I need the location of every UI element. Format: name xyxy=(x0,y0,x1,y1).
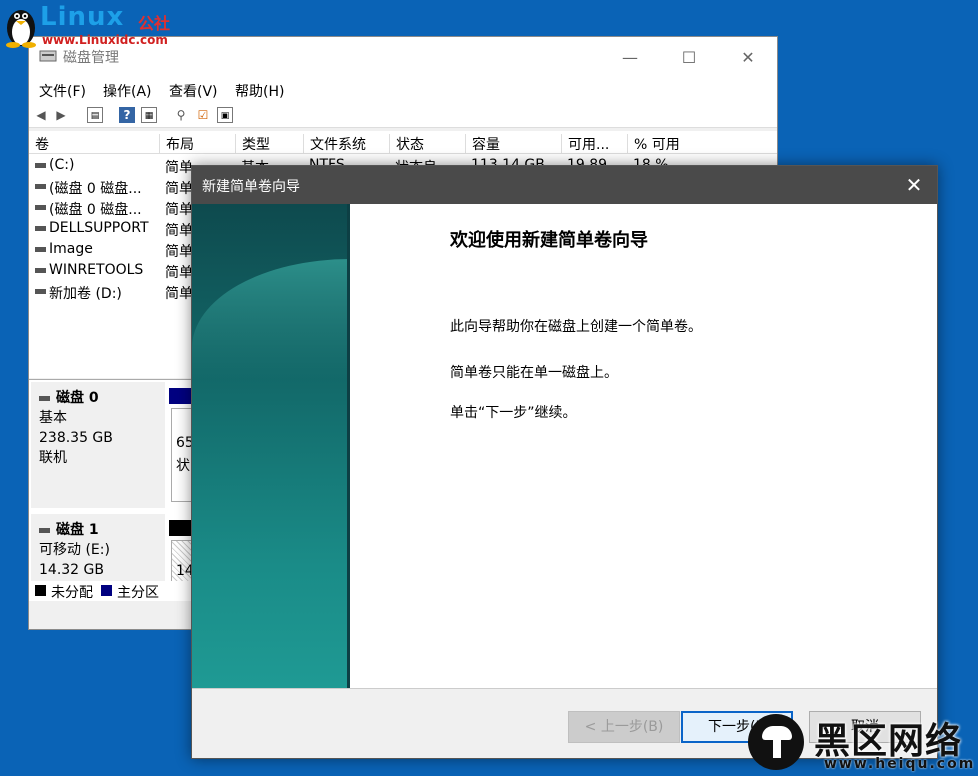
volume-name: WINRETOOLS xyxy=(49,262,144,278)
volume-layout: 简单 xyxy=(165,223,193,239)
view-icon[interactable]: ▦ xyxy=(141,107,157,123)
watermark-url: www.Linuxidc.com xyxy=(42,33,168,47)
disk-0-size: 238.35 GB xyxy=(39,430,113,446)
linuxidc-watermark: Linux 公社 www.Linuxidc.com xyxy=(0,0,200,50)
volume-icon xyxy=(35,205,46,210)
minimize-button[interactable]: — xyxy=(607,43,653,73)
disk-0-name: 磁盘 0 xyxy=(56,390,99,406)
heiqu-watermark: 黑区网络 www.heiqu.com xyxy=(748,706,978,776)
wizard-para-2: 简单卷只能在单一磁盘上。 xyxy=(450,365,618,381)
watermark-brand: Linux xyxy=(40,2,125,32)
col-layout[interactable]: 布局 xyxy=(159,134,235,154)
banner-arc xyxy=(192,259,350,379)
disk-1-label[interactable]: 磁盘 1 可移动 (E:) 14.32 GB xyxy=(31,514,165,584)
wizard-para-3: 单击“下一步”继续。 xyxy=(450,405,577,421)
banner-edge xyxy=(347,204,350,688)
wizard-close-button[interactable]: ✕ xyxy=(899,170,929,200)
volume-layout: 简单 xyxy=(165,202,193,218)
volume-name: (磁盘 0 磁盘... xyxy=(49,181,142,197)
connect-icon[interactable]: ⚲ xyxy=(173,107,189,123)
volume-name: Image xyxy=(49,241,93,257)
watermark-brand-cn: 公社 xyxy=(138,14,171,33)
wizard-title-bar: 新建简单卷向导 ✕ xyxy=(192,166,937,204)
disk-1-size: 14.32 GB xyxy=(39,562,104,578)
volume-icon xyxy=(35,268,46,273)
disk-management-icon xyxy=(39,50,57,62)
volume-icon xyxy=(35,289,46,294)
menu-view[interactable]: 查看(V) xyxy=(169,81,218,101)
legend-swatch-primary xyxy=(101,585,112,596)
volume-icon xyxy=(35,247,46,252)
volume-icon xyxy=(35,226,46,231)
watermark-br-url: www.heiqu.com xyxy=(824,756,976,772)
forward-arrow-icon[interactable]: ▶ xyxy=(53,107,69,123)
menu-file[interactable]: 文件(F) xyxy=(39,81,86,101)
wizard-title: 新建简单卷向导 xyxy=(202,179,300,195)
new-simple-volume-wizard: 新建简单卷向导 ✕ 欢迎使用新建简单卷向导 此向导帮助你在磁盘上创建一个简单卷。… xyxy=(191,165,938,759)
settings-icon[interactable]: ▣ xyxy=(217,107,233,123)
volume-icon xyxy=(35,163,46,168)
col-volume[interactable]: 卷 xyxy=(29,134,159,154)
wizard-para-1: 此向导帮助你在磁盘上创建一个简单卷。 xyxy=(450,319,702,335)
back-arrow-icon[interactable]: ◀ xyxy=(33,107,49,123)
help-icon[interactable]: ? xyxy=(119,107,135,123)
wizard-body: 欢迎使用新建简单卷向导 此向导帮助你在磁盘上创建一个简单卷。 简单卷只能在单一磁… xyxy=(192,204,937,688)
disk-icon xyxy=(39,395,50,401)
menu-action[interactable]: 操作(A) xyxy=(103,81,152,101)
col-filesystem[interactable]: 文件系统 xyxy=(303,134,389,154)
col-status[interactable]: 状态 xyxy=(389,134,465,154)
col-free[interactable]: 可用... xyxy=(561,134,627,154)
menu-bar: 文件(F) 操作(A) 查看(V) 帮助(H) xyxy=(29,77,777,103)
volume-layout: 简单 xyxy=(165,181,193,197)
check-icon[interactable]: ☑ xyxy=(195,107,211,123)
disk-icon xyxy=(39,527,50,533)
col-type[interactable]: 类型 xyxy=(235,134,303,154)
volume-layout: 简单 xyxy=(165,244,193,260)
volume-name: DELLSUPPORT xyxy=(49,220,149,236)
disk-1-name: 磁盘 1 xyxy=(56,522,99,538)
legend-primary: 主分区 xyxy=(117,585,159,601)
volume-name: (磁盘 0 磁盘... xyxy=(49,202,142,218)
back-button[interactable]: < 上一步(B) xyxy=(568,711,680,743)
volume-name: 新加卷 (D:) xyxy=(49,286,122,302)
mushroom-logo-icon xyxy=(748,714,804,770)
window-title: 磁盘管理 xyxy=(63,50,119,66)
toolbar: ◀ ▶ ▤ ? ▦ ⚲ ☑ ▣ xyxy=(29,103,777,128)
col-percent-free[interactable]: % 可用 xyxy=(627,134,719,154)
volume-layout: 简单 xyxy=(165,286,193,302)
maximize-button[interactable]: ☐ xyxy=(666,43,712,73)
volume-icon xyxy=(35,184,46,189)
volume-layout: 简单 xyxy=(165,265,193,281)
legend-unallocated: 未分配 xyxy=(51,585,93,601)
properties-icon[interactable]: ▤ xyxy=(87,107,103,123)
col-capacity[interactable]: 容量 xyxy=(465,134,561,154)
disk-1-kind: 可移动 (E:) xyxy=(39,542,110,558)
volume-layout: 简单 xyxy=(165,160,193,176)
disk-0-partition-status: 状 xyxy=(176,458,190,474)
menu-help[interactable]: 帮助(H) xyxy=(235,81,284,101)
disk-1-partition-bar xyxy=(169,520,193,536)
disk-0-label[interactable]: 磁盘 0 基本 238.35 GB 联机 xyxy=(31,382,165,508)
volume-name: (C:) xyxy=(49,157,75,173)
disk-0-kind: 基本 xyxy=(39,410,67,426)
penguin-logo-icon xyxy=(6,10,36,48)
disk-0-state: 联机 xyxy=(39,450,67,466)
wizard-side-banner xyxy=(192,204,350,688)
wizard-heading: 欢迎使用新建简单卷向导 xyxy=(450,230,648,251)
volume-column-headers: 卷 布局 类型 文件系统 状态 容量 可用... % 可用 xyxy=(29,131,777,154)
disk-0-partition-bar xyxy=(169,388,193,404)
legend-swatch-unallocated xyxy=(35,585,46,596)
close-button[interactable]: ✕ xyxy=(725,43,771,73)
